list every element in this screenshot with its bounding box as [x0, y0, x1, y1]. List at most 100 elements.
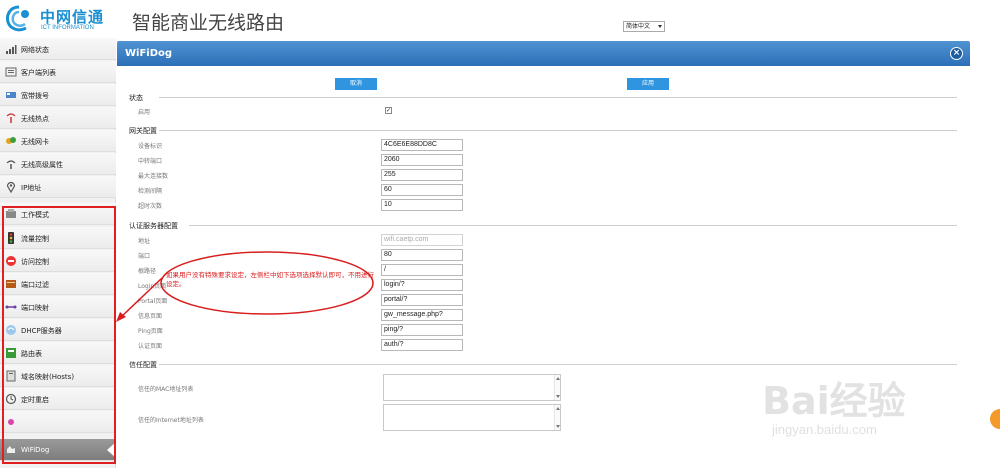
timer-restart-icon	[5, 393, 17, 405]
field-label: 端口	[138, 253, 151, 260]
scrollbar[interactable]	[554, 405, 560, 430]
sidebar-item-work-mode[interactable]: 工作模式	[0, 203, 116, 225]
enable-label: 启用	[138, 109, 151, 116]
wireless-card-icon	[6, 137, 16, 144]
auth-address-input[interactable]: wifi.caetp.com	[381, 234, 463, 246]
field-label: 检测间隔	[138, 188, 163, 195]
sidebar-item-label: 宽带拨号	[21, 92, 49, 100]
trusted-internet-textarea[interactable]	[383, 404, 561, 431]
misc-icon	[8, 419, 14, 425]
checkmark-icon: ✓	[386, 107, 392, 114]
scroll-down-icon[interactable]	[556, 395, 560, 398]
sidebar-item-client-list[interactable]: 客户端列表	[0, 61, 116, 83]
section-title-trust: 信任配置	[129, 361, 157, 369]
field-label: 设备标识	[138, 143, 163, 150]
trusted-mac-textarea[interactable]	[383, 374, 561, 401]
field-label: Login页面	[138, 283, 167, 290]
chevron-down-icon	[658, 25, 662, 28]
sidebar-item-wifidog[interactable]: WiFiDog	[0, 439, 116, 461]
close-icon[interactable]: ×	[950, 47, 963, 60]
sidebar-item-wireless-advanced[interactable]: 无线高级属性	[0, 153, 116, 175]
port-mapping-icon	[5, 305, 17, 309]
sidebar-item-label: 无线高级属性	[21, 161, 63, 169]
signal-bars-icon	[6, 45, 17, 54]
sidebar-item-label: WiFiDog	[21, 446, 50, 454]
location-pin-icon	[6, 181, 16, 193]
login-page-input[interactable]: login/?	[381, 279, 463, 291]
panel-title: WiFiDog	[125, 48, 173, 59]
client-list-icon	[5, 67, 17, 77]
sidebar-item-label: DHCP服务器	[21, 327, 62, 335]
annotation-text: 如果用户没有特殊要求设定，左侧栏中如下选项选择默认即可，不用进行设定。	[166, 271, 374, 288]
field-label: 信息页面	[138, 313, 163, 320]
broadband-icon	[6, 92, 16, 98]
sidebar-item-label: 访问控制	[21, 258, 49, 266]
no-entry-icon	[6, 256, 16, 266]
section-title-gateway: 网关配置	[129, 127, 157, 135]
sidebar-item-label: 无线热点	[21, 115, 49, 123]
field-label: 超时次数	[138, 203, 163, 210]
field-label: Ping页面	[138, 328, 163, 335]
divider	[189, 225, 957, 226]
field-label: Portal页面	[138, 298, 168, 305]
hotspot-icon	[6, 113, 16, 123]
portal-page-input[interactable]: portal/?	[381, 294, 463, 306]
sidebar-item-broadband[interactable]: 宽带拨号	[0, 84, 116, 106]
apply-button[interactable]: 应用	[627, 78, 669, 90]
root-path-input[interactable]: /	[381, 264, 463, 276]
wifidog-icon	[7, 446, 15, 453]
logo-swirl-icon	[6, 5, 29, 32]
active-pointer-icon	[107, 442, 116, 458]
wireless-advanced-icon	[6, 160, 16, 169]
sidebar-item-misc[interactable]	[0, 411, 116, 433]
sidebar-item-label: 定时重启	[21, 396, 49, 404]
work-mode-icon	[6, 209, 16, 218]
check-interval-input[interactable]: 60	[381, 184, 463, 196]
scroll-down-icon[interactable]	[556, 425, 560, 428]
timeout-count-input[interactable]: 10	[381, 199, 463, 211]
sidebar-item-traffic-control[interactable]: 流量控制	[0, 227, 116, 249]
sidebar-item-network-status[interactable]: 网络状态	[0, 38, 116, 60]
sidebar-item-port-mapping[interactable]: 端口映射	[0, 296, 116, 318]
sidebar-item-label: 端口过滤	[21, 281, 49, 289]
sidebar-item-hosts[interactable]: 域名映射(Hosts)	[0, 365, 116, 387]
sidebar-item-label: 端口映射	[21, 304, 49, 312]
header: 中网信通 ICT INFORMATION 智能商业无线路由 简体中文	[0, 0, 1000, 38]
sidebar-item-hotspot[interactable]: 无线热点	[0, 107, 116, 129]
field-label: 根路径	[138, 268, 157, 275]
sidebar-item-timer-restart[interactable]: 定时重启	[0, 388, 116, 410]
auth-page-input[interactable]: auth/?	[381, 339, 463, 351]
divider	[159, 130, 957, 131]
sidebar-item-label: 客户端列表	[21, 69, 56, 77]
sidebar-item-dhcp-server[interactable]: DHCP服务器	[0, 319, 116, 341]
scroll-up-icon[interactable]	[556, 407, 560, 410]
sidebar-item-port-filter[interactable]: 端口过滤	[0, 273, 116, 295]
brand-logo: 中网信通 ICT INFORMATION	[4, 3, 112, 35]
language-select[interactable]: 简体中文	[623, 21, 665, 32]
sidebar-item-label: IP地址	[21, 184, 42, 192]
sidebar-item-label: 无线网卡	[21, 138, 49, 146]
field-label: 认证页面	[138, 343, 163, 350]
sidebar-item-ip-address[interactable]: IP地址	[0, 176, 116, 198]
message-page-input[interactable]: gw_message.php?	[381, 309, 463, 321]
sidebar-item-route-table[interactable]: 路由表	[0, 342, 116, 364]
sidebar-item-label: 网络状态	[21, 46, 49, 54]
port-filter-icon	[6, 280, 16, 288]
scroll-up-icon[interactable]	[556, 377, 560, 380]
sidebar-item-wireless-card[interactable]: 无线网卡	[0, 130, 116, 152]
section-title-auth-server: 认证服务器配置	[129, 222, 178, 230]
scrollbar[interactable]	[554, 375, 560, 400]
auth-port-input[interactable]: 80	[381, 249, 463, 261]
relay-port-input[interactable]: 2060	[381, 154, 463, 166]
hosts-icon	[6, 370, 16, 382]
field-label: 地址	[138, 238, 151, 245]
device-id-input[interactable]: 4C6E6E88DD8C	[381, 139, 463, 151]
enable-checkbox[interactable]: ✓	[385, 107, 392, 114]
logo-subtitle: ICT INFORMATION	[41, 25, 94, 31]
sidebar-item-label: 工作模式	[21, 211, 49, 219]
max-connections-input[interactable]: 255	[381, 169, 463, 181]
field-label: 最大连接数	[138, 173, 169, 180]
sidebar-item-access-control[interactable]: 访问控制	[0, 250, 116, 272]
ping-page-input[interactable]: ping/?	[381, 324, 463, 336]
cancel-button[interactable]: 取消	[335, 78, 377, 90]
